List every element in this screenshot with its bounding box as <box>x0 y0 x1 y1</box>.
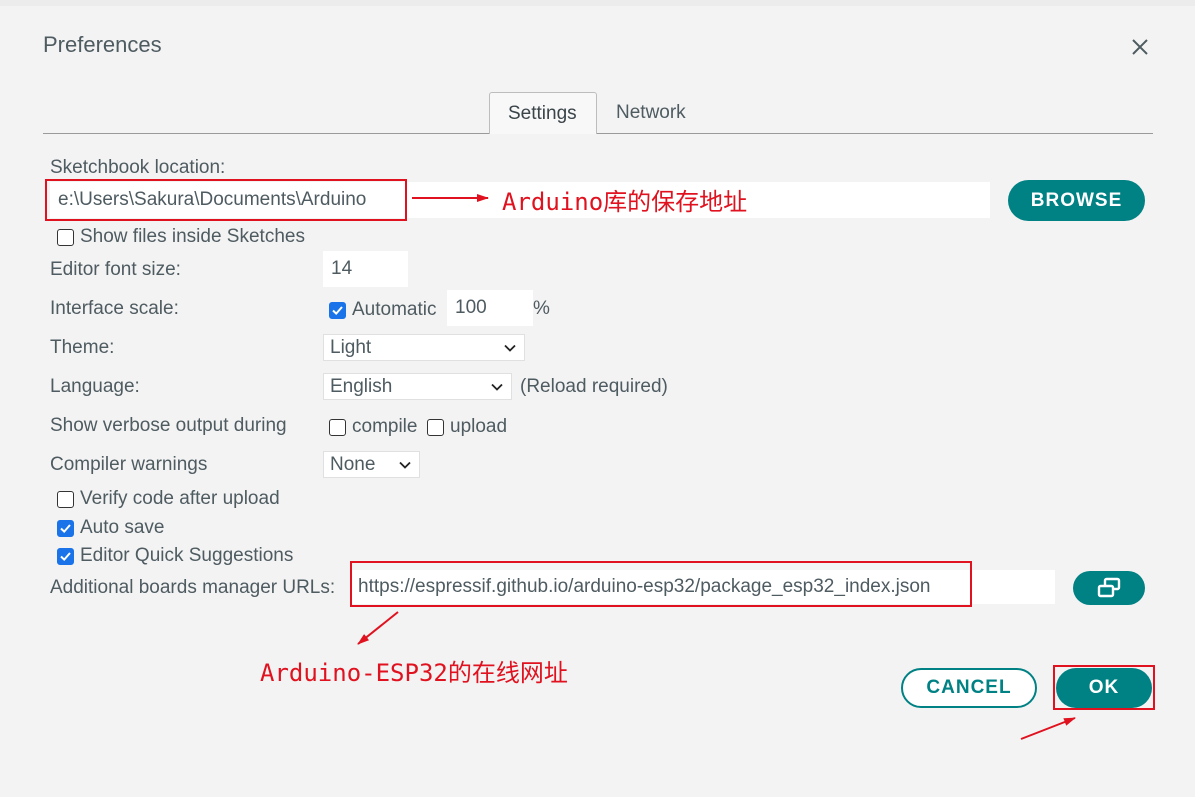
theme-select[interactable]: Light <box>323 334 525 361</box>
compiler-warnings-select[interactable]: None <box>323 451 420 478</box>
check-icon <box>332 305 343 315</box>
show-files-checkbox[interactable] <box>57 228 74 246</box>
edit-urls-button[interactable] <box>1073 571 1145 605</box>
scale-value: 100 <box>455 297 487 318</box>
font-size-label: Editor font size: <box>50 259 181 280</box>
quick-suggest-row: Editor Quick Suggestions <box>57 545 293 567</box>
scale-auto-label: Automatic <box>352 299 437 320</box>
open-window-icon <box>1097 577 1121 598</box>
language-label: Language: <box>50 376 140 397</box>
interface-scale-label: Interface scale: <box>50 298 179 319</box>
compiler-warnings-label: Compiler warnings <box>50 454 208 475</box>
check-icon <box>60 523 71 533</box>
boards-url-value: https://espressif.github.io/arduino-esp3… <box>358 576 931 597</box>
arrow-to-boards-url-note <box>357 611 399 645</box>
chevron-down-icon <box>504 344 516 352</box>
font-size-value: 14 <box>331 258 353 279</box>
annotation-sketchbook-note: Arduino库的保存地址 <box>502 188 748 216</box>
close-icon[interactable] <box>1127 34 1153 60</box>
verbose-label: Show verbose output during <box>50 415 287 436</box>
theme-value: Light <box>330 336 372 358</box>
scale-input[interactable]: 100 <box>447 290 533 326</box>
dialog-title: Preferences <box>43 32 162 57</box>
ok-button[interactable]: OK <box>1056 668 1152 708</box>
theme-label: Theme: <box>50 337 115 358</box>
cancel-button[interactable]: CANCEL <box>901 668 1037 708</box>
scale-unit: % <box>533 298 550 319</box>
scale-auto-checkbox[interactable] <box>329 301 346 319</box>
sketchbook-location-value: e:\Users\Sakura\Documents\Arduino <box>58 189 367 210</box>
verbose-compile-row: compile <box>329 416 417 438</box>
annotation-boards-url-note: Arduino-ESP32的在线网址 <box>260 659 568 687</box>
boards-url-input[interactable]: https://espressif.github.io/arduino-esp3… <box>350 570 1055 604</box>
tab-settings[interactable]: Settings <box>489 92 597 134</box>
autosave-row: Auto save <box>57 517 165 539</box>
verbose-upload-checkbox[interactable] <box>427 418 444 436</box>
arrow-to-ok <box>1020 717 1076 740</box>
quick-suggest-checkbox[interactable] <box>57 547 74 565</box>
verify-checkbox[interactable] <box>57 490 74 508</box>
verbose-compile-label: compile <box>352 416 418 437</box>
show-files-row: Show files inside Sketches <box>57 226 305 248</box>
verbose-compile-checkbox[interactable] <box>329 418 346 436</box>
quick-suggest-label: Editor Quick Suggestions <box>80 545 294 566</box>
verify-row: Verify code after upload <box>57 488 280 510</box>
verbose-upload-row: upload <box>427 416 507 438</box>
language-value: English <box>330 375 393 397</box>
compiler-warnings-value: None <box>330 453 376 475</box>
autosave-checkbox[interactable] <box>57 519 74 537</box>
check-icon <box>60 551 71 561</box>
sketchbook-label: Sketchbook location: <box>50 157 226 178</box>
tab-divider <box>43 133 1153 134</box>
language-reload-note: (Reload required) <box>520 376 668 397</box>
chevron-down-icon <box>491 383 503 391</box>
tab-network[interactable]: Network <box>598 92 708 133</box>
window-top-edge <box>0 0 1195 6</box>
browse-button[interactable]: BROWSE <box>1008 180 1145 221</box>
language-select[interactable]: English <box>323 373 512 400</box>
show-files-label: Show files inside Sketches <box>80 226 305 247</box>
verify-label: Verify code after upload <box>80 488 280 509</box>
boards-url-label: Additional boards manager URLs: <box>50 577 336 598</box>
autosave-label: Auto save <box>80 517 165 538</box>
verbose-upload-label: upload <box>450 416 508 437</box>
font-size-input[interactable]: 14 <box>323 251 408 287</box>
chevron-down-icon <box>399 461 411 469</box>
scale-auto-row: Automatic <box>329 299 436 321</box>
